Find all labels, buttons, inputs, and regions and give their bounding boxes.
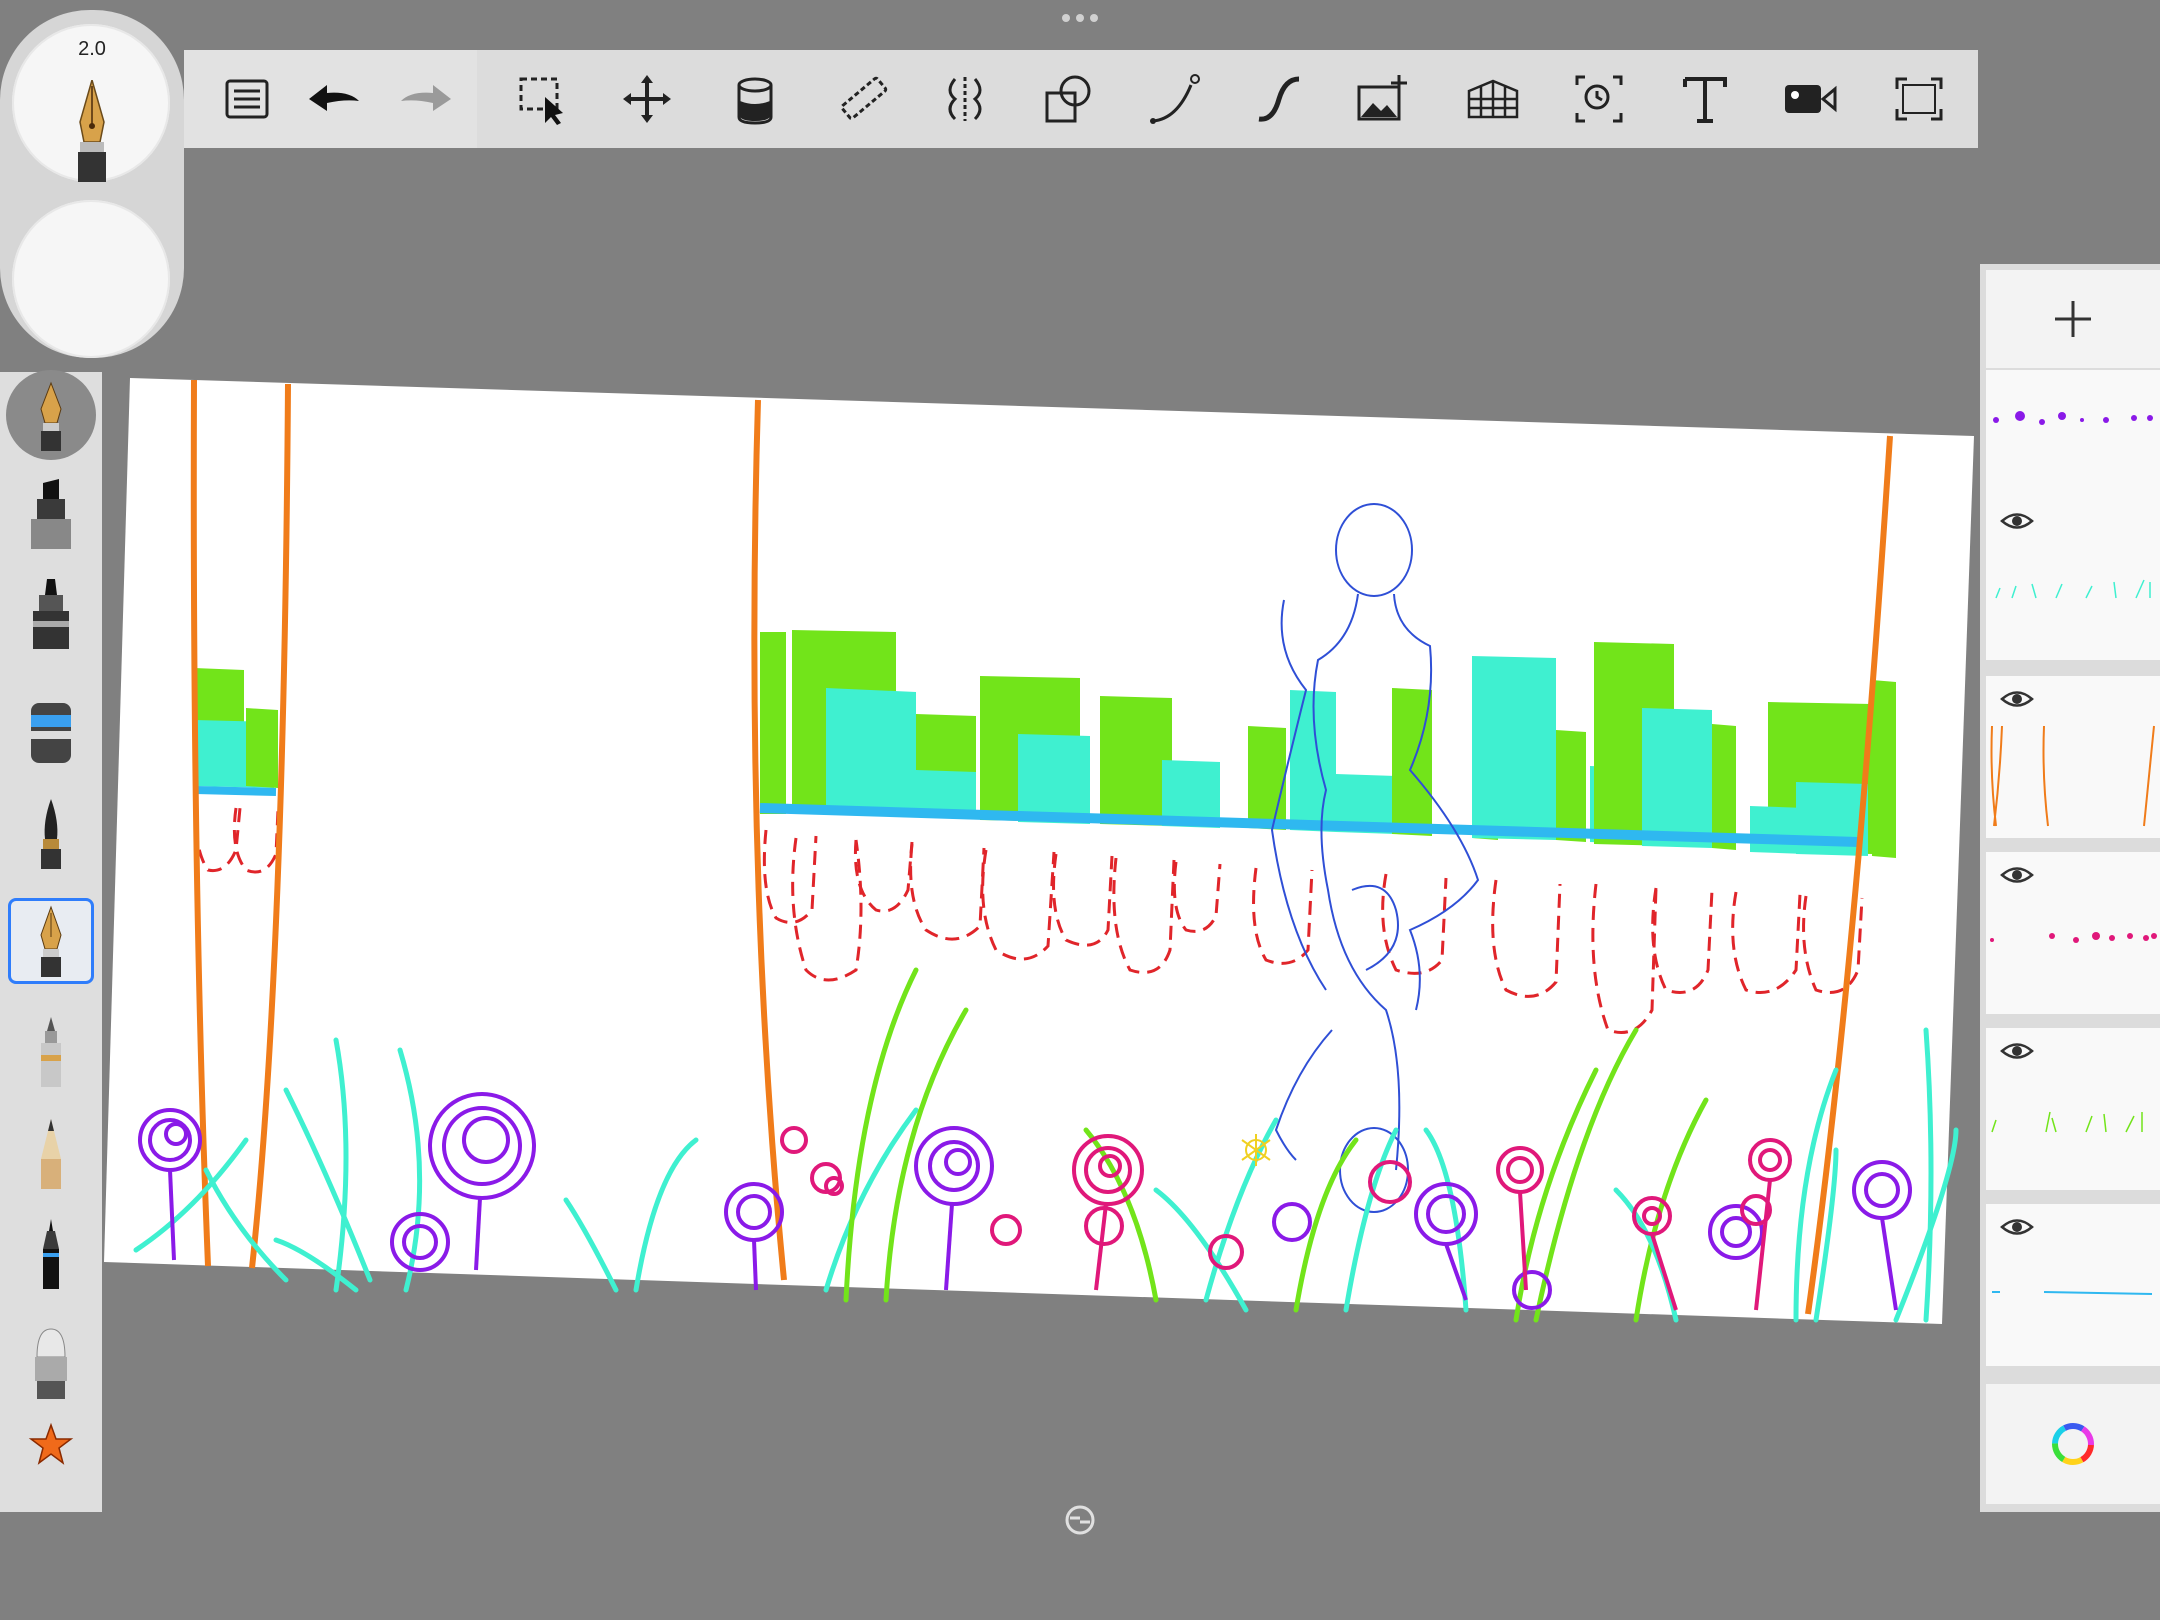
brush-fountain-pen[interactable] — [8, 898, 94, 984]
visibility-eye-icon[interactable] — [2000, 688, 2034, 710]
layer-3[interactable] — [1986, 676, 2160, 838]
brush-pen-icon — [41, 799, 61, 869]
brush-brush-pen[interactable] — [8, 790, 94, 876]
ruler-icon — [840, 76, 888, 120]
visibility-eye-icon[interactable] — [2000, 864, 2034, 886]
curve-button[interactable] — [1136, 60, 1214, 138]
fountain-pen-icon — [40, 905, 62, 977]
symmetry-icon — [948, 77, 982, 121]
brush-size-value: 2.0 — [78, 38, 106, 60]
transform-icon — [623, 75, 671, 123]
canvas-rotate-handle[interactable] — [1064, 1504, 1096, 1536]
time-lapse-button[interactable] — [1560, 60, 1638, 138]
layer-4[interactable] — [1986, 852, 2160, 1014]
brush-ink-pen[interactable] — [6, 370, 96, 460]
fill-button[interactable] — [716, 60, 794, 138]
color-wheel-icon — [2052, 1423, 2094, 1465]
perspective-icon — [1467, 79, 1519, 119]
brush-chisel-marker[interactable] — [8, 570, 94, 656]
redo-icon — [401, 85, 451, 111]
add-layer-button[interactable] — [1986, 270, 2160, 368]
brush-technical-pencil[interactable] — [8, 1008, 94, 1094]
selection-icon — [519, 77, 563, 125]
color-editor-button[interactable] — [1986, 1384, 2160, 1504]
brush-pencil[interactable] — [8, 1110, 94, 1196]
shape-button[interactable] — [1030, 60, 1108, 138]
record-button[interactable] — [1770, 60, 1848, 138]
perspective-button[interactable] — [1454, 60, 1532, 138]
stroke-button[interactable] — [1240, 60, 1318, 138]
plus-icon — [2055, 301, 2091, 337]
chisel-marker-icon — [33, 579, 69, 649]
image-import-button[interactable] — [1344, 60, 1422, 138]
redo-button[interactable] — [388, 60, 466, 138]
star-icon — [28, 1422, 74, 1465]
brush-felt-marker[interactable] — [8, 470, 94, 556]
image-import-icon — [1357, 75, 1407, 121]
ruler-button[interactable] — [824, 60, 902, 138]
airbrush-icon — [31, 703, 71, 763]
brush-fineliner[interactable] — [8, 1210, 94, 1296]
symmetry-button[interactable] — [926, 60, 1004, 138]
technical-pencil-icon — [41, 1017, 61, 1087]
layer-6[interactable] — [1986, 1204, 2160, 1366]
selection-button[interactable] — [504, 60, 582, 138]
text-icon — [1683, 77, 1727, 123]
visibility-eye-icon[interactable] — [2000, 1040, 2034, 1062]
drawing-canvas[interactable] — [96, 370, 1976, 1330]
felt-marker-icon — [31, 479, 71, 549]
flat-brush-icon — [35, 1328, 67, 1399]
time-lapse-icon — [1575, 75, 1623, 123]
shape-icon — [1045, 75, 1091, 123]
brush-flat-brush[interactable] — [8, 1320, 94, 1406]
stroke-icon — [1258, 76, 1300, 122]
layer-5[interactable] — [1986, 1028, 2160, 1190]
undo-button[interactable] — [294, 60, 372, 138]
ink-pen-icon — [40, 381, 62, 451]
brush-puck[interactable]: 2.0 — [0, 10, 184, 358]
brush-favorites[interactable] — [8, 1402, 94, 1488]
undo-icon — [309, 85, 359, 111]
text-button[interactable] — [1666, 60, 1744, 138]
canvas-paper — [104, 378, 1974, 1324]
curve-icon — [1150, 74, 1200, 124]
layer-panel — [1980, 264, 2160, 1512]
pencil-icon — [41, 1119, 61, 1189]
brush-airbrush[interactable] — [8, 690, 94, 776]
fountain-pen-icon — [78, 80, 106, 182]
record-icon — [1785, 85, 1837, 113]
fullscreen-icon — [1895, 77, 1943, 121]
fill-icon — [737, 77, 773, 125]
visibility-eye-icon[interactable] — [2000, 510, 2034, 532]
layer-2[interactable] — [1986, 498, 2160, 660]
menu-button[interactable] — [208, 60, 286, 138]
visibility-eye-icon[interactable] — [2000, 1216, 2034, 1238]
fullscreen-button[interactable] — [1880, 60, 1958, 138]
brush-palette — [0, 370, 102, 1512]
menu-icon — [225, 79, 269, 119]
top-toolbar — [184, 50, 1978, 148]
top-drag-handle[interactable] — [1058, 14, 1102, 24]
brush-opacity-puck[interactable] — [12, 200, 170, 358]
fineliner-icon — [43, 1219, 59, 1289]
transform-button[interactable] — [608, 60, 686, 138]
